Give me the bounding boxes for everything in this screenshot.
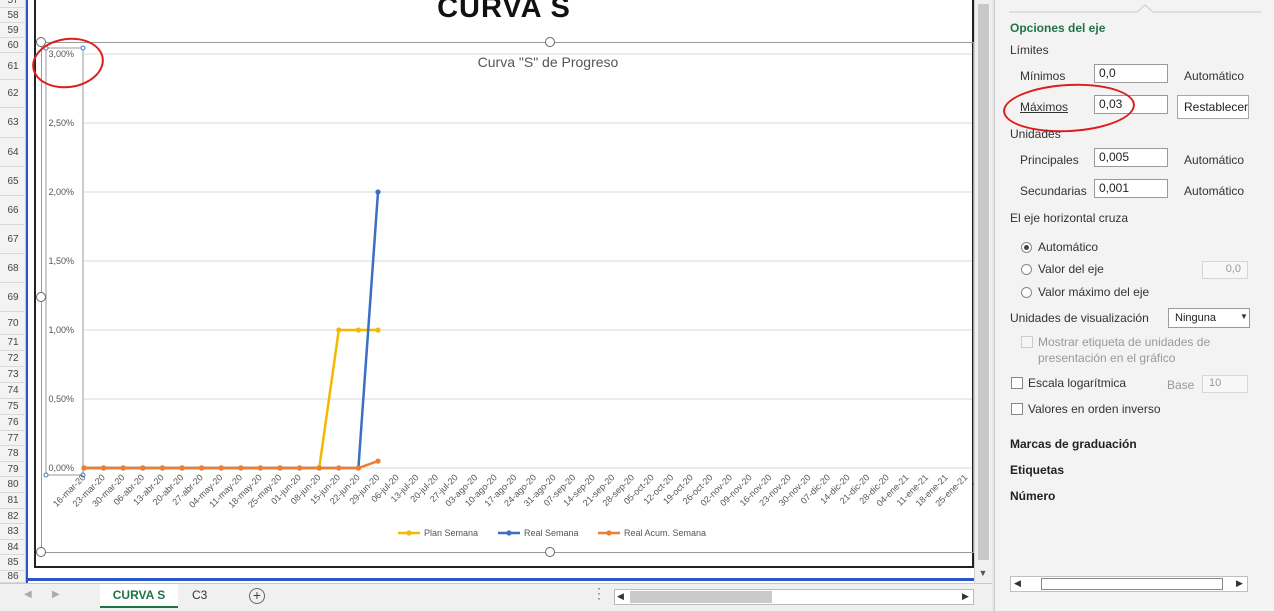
data-point — [375, 189, 381, 195]
radio-axis-value-label[interactable]: Valor del eje — [1038, 262, 1104, 276]
radio-max-axis-value-label[interactable]: Valor máximo del eje — [1038, 285, 1149, 299]
chart-title: Curva "S" de Progreso — [478, 54, 619, 70]
labels-section[interactable]: Etiquetas — [1010, 463, 1064, 477]
legend-label: Real Semana — [524, 528, 579, 538]
data-point — [355, 465, 361, 471]
axis-options-heading[interactable]: Opciones del eje — [1010, 21, 1105, 35]
minimum-input[interactable]: 0,0 — [1094, 64, 1168, 83]
minimum-label: Mínimos — [1020, 69, 1066, 83]
tick-marks-section[interactable]: Marcas de graduación — [1010, 437, 1137, 451]
data-point — [179, 465, 185, 471]
scroll-down-arrow-icon[interactable]: ▼ — [974, 568, 992, 582]
legend-marker — [506, 530, 512, 536]
add-sheet-icon[interactable]: + — [249, 588, 265, 604]
y-tick-label: 0,50% — [48, 394, 74, 404]
number-section[interactable]: Número — [1010, 489, 1055, 503]
data-point — [375, 458, 381, 464]
display-units-label: Unidades de visualización — [1010, 311, 1149, 325]
show-units-checkbox[interactable] — [1021, 336, 1033, 348]
data-point — [277, 465, 283, 471]
tab-splitter-icon[interactable]: ⋮ — [592, 585, 606, 602]
minor-units-auto-label: Automático — [1184, 184, 1245, 198]
pane-scroll-right-icon[interactable]: ▶ — [1236, 578, 1243, 589]
reset-button[interactable]: Restablecer — [1177, 95, 1249, 119]
data-point — [159, 465, 165, 471]
tab-prev-icon[interactable]: ◀ — [24, 589, 32, 600]
major-units-auto-label: Automático — [1184, 153, 1245, 167]
hscroll-right-icon[interactable]: ▶ — [962, 591, 969, 602]
legend-marker — [406, 530, 412, 536]
data-point — [257, 465, 263, 471]
base-input[interactable]: 10 — [1202, 375, 1248, 393]
units-label: Unidades — [1010, 127, 1061, 141]
horizontal-cross-label: El eje horizontal cruza — [1010, 211, 1129, 225]
major-units-input[interactable]: 0,005 — [1094, 148, 1168, 167]
spreadsheet-area: 57 58 59 60 61 62 63 64 65 66 67 68 69 70 71 72 73 74 75 76… — [0, 0, 992, 583]
legend-label: Real Acum. Semana — [624, 528, 706, 538]
data-point — [336, 327, 342, 333]
vertical-scroll-thumb[interactable] — [978, 4, 989, 560]
minimum-auto-label: Automático — [1184, 69, 1245, 83]
major-units-label: Principales — [1020, 153, 1079, 167]
log-scale-label[interactable]: Escala logarítmica — [1028, 376, 1126, 390]
axis-handle — [43, 472, 49, 478]
y-tick-label: 0,00% — [48, 463, 74, 473]
radio-automatic[interactable] — [1021, 242, 1032, 253]
data-point — [101, 465, 107, 471]
data-point — [316, 465, 322, 471]
axis-value-input[interactable]: 0,0 — [1202, 261, 1248, 279]
y-tick-label: 1,50% — [48, 256, 74, 266]
selection-border-bottom — [26, 578, 974, 581]
tab-next-icon[interactable]: ▶ — [52, 589, 60, 600]
display-units-dropdown[interactable]: Ninguna — [1168, 308, 1250, 328]
chart-resize-handle — [36, 292, 46, 302]
y-tick-label: 1,00% — [48, 325, 74, 335]
y-tick-label: 2,50% — [48, 118, 74, 128]
legend-marker — [606, 530, 612, 536]
data-point — [355, 327, 361, 333]
minor-units-label: Secundarias — [1020, 184, 1087, 198]
base-label: Base — [1167, 378, 1195, 392]
tab-c3[interactable]: C3 — [182, 584, 217, 608]
legend-label: Plan Semana — [424, 528, 478, 538]
horizontal-scroll-thumb[interactable] — [630, 591, 772, 603]
data-point — [140, 465, 146, 471]
series-line — [84, 459, 379, 470]
hscroll-left-icon[interactable]: ◀ — [617, 591, 624, 602]
radio-max-axis-value[interactable] — [1021, 287, 1032, 298]
reverse-order-label[interactable]: Valores en orden inverso — [1028, 402, 1161, 416]
chart-plot[interactable]: Curva "S" de Progreso3,00%2,50%2,00%1,50… — [0, 0, 974, 583]
pane-divider-icon — [1009, 4, 1261, 13]
chart-resize-handle — [545, 37, 555, 47]
radio-axis-value[interactable] — [1021, 264, 1032, 275]
data-point — [120, 465, 126, 471]
data-point — [81, 465, 87, 471]
data-point — [375, 327, 381, 333]
log-scale-checkbox[interactable] — [1011, 377, 1023, 389]
chart-resize-handle — [36, 547, 46, 557]
radio-automatic-label[interactable]: Automático — [1038, 240, 1098, 254]
pane-scroll-left-icon[interactable]: ◀ — [1014, 578, 1021, 589]
data-point — [297, 465, 303, 471]
data-point — [336, 465, 342, 471]
tab-curva-s[interactable]: CURVA S — [100, 584, 178, 608]
data-point — [238, 465, 244, 471]
y-tick-label: 2,00% — [48, 187, 74, 197]
minor-units-input[interactable]: 0,001 — [1094, 179, 1168, 198]
data-point — [218, 465, 224, 471]
limits-label: Límites — [1010, 43, 1049, 57]
reverse-order-checkbox[interactable] — [1011, 403, 1023, 415]
chart-resize-handle — [545, 547, 555, 557]
show-units-label-line2: presentación en el gráfico — [1038, 351, 1176, 365]
pane-scroll-thumb[interactable] — [1041, 578, 1223, 590]
data-point — [199, 465, 205, 471]
show-units-label-line1: Mostrar etiqueta de unidades de — [1038, 335, 1211, 349]
chevron-down-icon[interactable]: ▼ — [1240, 312, 1248, 321]
